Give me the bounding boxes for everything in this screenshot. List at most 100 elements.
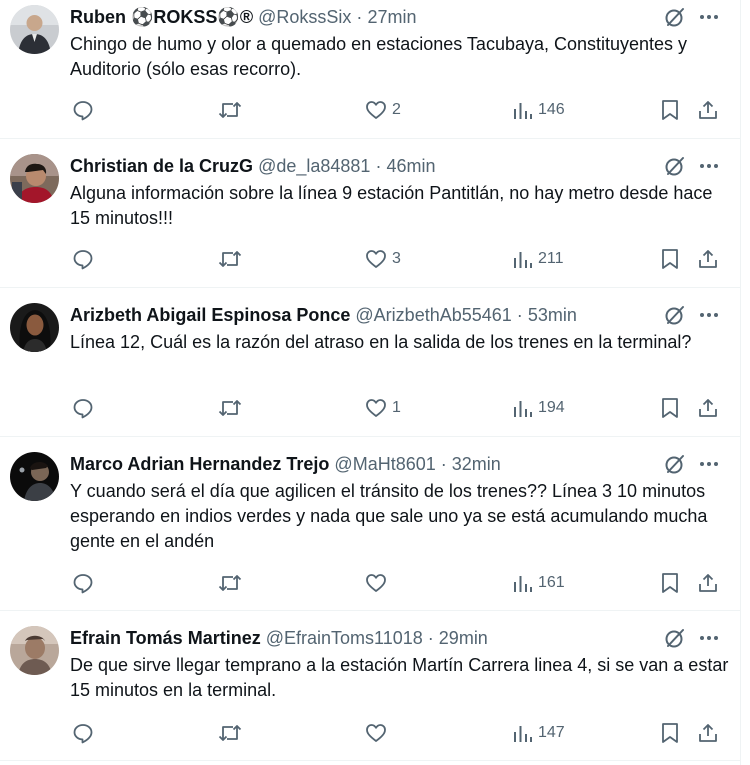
- separator-dot: ·: [375, 156, 382, 176]
- tweet-header: Efrain Tomás Martinez @EfrainToms11018 ·…: [70, 626, 488, 650]
- tweet-actions: 147: [70, 721, 730, 745]
- more-dots-icon[interactable]: [698, 304, 720, 326]
- views-button[interactable]: 146: [513, 98, 565, 122]
- like-button[interactable]: 2: [365, 98, 401, 122]
- more-dots-icon[interactable]: [698, 155, 720, 177]
- reply-button[interactable]: [72, 571, 99, 595]
- grok-icon[interactable]: [664, 453, 686, 475]
- tweet-text: Línea 12, Cuál es la razón del atraso en…: [70, 332, 692, 352]
- share-button[interactable]: [697, 98, 719, 122]
- more-dots-icon[interactable]: [698, 6, 720, 28]
- like-button[interactable]: 1: [365, 396, 401, 420]
- like-button[interactable]: [365, 571, 392, 595]
- avatar[interactable]: [10, 154, 59, 203]
- bookmark-button[interactable]: [660, 396, 680, 420]
- tweet-text: De que sirve llegar temprano a la estaci…: [70, 655, 729, 700]
- views-count: 161: [538, 574, 565, 591]
- timestamp[interactable]: 32min: [452, 454, 501, 474]
- tweet-actions: 2 146: [70, 98, 730, 122]
- user-handle[interactable]: @RokssSix: [258, 7, 351, 27]
- grok-icon[interactable]: [664, 6, 686, 28]
- reply-feed: Ruben ⚽ROKSS⚽® @RokssSix · 27min Chingo …: [0, 0, 741, 765]
- avatar[interactable]: [10, 5, 59, 54]
- tweet-efrain-tomas-martinez[interactable]: Efrain Tomás Martinez @EfrainToms11018 ·…: [0, 621, 740, 761]
- tweet-christian-de-la-cruzg[interactable]: Christian de la CruzG @de_la84881 · 46mi…: [0, 149, 740, 288]
- display-name[interactable]: Ruben ⚽ROKSS⚽®: [70, 7, 253, 27]
- retweet-button[interactable]: [218, 396, 247, 420]
- bookmark-icon: [662, 398, 678, 418]
- views-button[interactable]: 194: [513, 396, 565, 420]
- avatar[interactable]: [10, 626, 59, 675]
- share-icon: [699, 724, 717, 742]
- retweet-button[interactable]: [218, 571, 247, 595]
- retweet-button[interactable]: [218, 721, 247, 745]
- reply-icon: [73, 399, 93, 419]
- tweet-actions: 3 211: [70, 247, 730, 271]
- separator-dot: ·: [427, 628, 434, 648]
- display-name[interactable]: Marco Adrian Hernandez Trejo: [70, 454, 329, 474]
- grok-icon[interactable]: [664, 155, 686, 177]
- share-button[interactable]: [697, 721, 719, 745]
- avatar[interactable]: [10, 452, 59, 501]
- like-count: 1: [392, 399, 401, 416]
- views-count: 211: [538, 250, 564, 267]
- bookmark-button[interactable]: [660, 247, 680, 271]
- reply-icon: [73, 574, 93, 594]
- views-button[interactable]: 147: [513, 721, 565, 745]
- tweet-text: Y cuando será el día que agilicen el trá…: [70, 481, 708, 551]
- share-icon: [699, 250, 717, 268]
- views-button[interactable]: 161: [513, 571, 565, 595]
- bookmark-icon: [662, 573, 678, 593]
- reply-button[interactable]: [72, 98, 99, 122]
- more-dots-icon[interactable]: [698, 627, 720, 649]
- display-name[interactable]: Christian de la CruzG: [70, 156, 253, 176]
- grok-icon[interactable]: [664, 627, 686, 649]
- bookmark-button[interactable]: [660, 571, 680, 595]
- more-dots-icon[interactable]: [698, 453, 720, 475]
- bookmark-icon: [662, 100, 678, 120]
- user-handle[interactable]: @de_la84881: [258, 156, 370, 176]
- share-button[interactable]: [697, 571, 719, 595]
- display-name[interactable]: Efrain Tomás Martinez: [70, 628, 261, 648]
- share-icon: [699, 101, 717, 119]
- timestamp[interactable]: 53min: [528, 305, 577, 325]
- separator-dot: ·: [440, 454, 447, 474]
- tweet-ruben-rokss[interactable]: Ruben ⚽ROKSS⚽® @RokssSix · 27min Chingo …: [0, 0, 740, 139]
- views-count: 146: [538, 101, 565, 118]
- share-button[interactable]: [697, 247, 719, 271]
- share-button[interactable]: [697, 396, 719, 420]
- user-handle[interactable]: @ArizbethAb55461: [355, 305, 511, 325]
- tweet-header: Christian de la CruzG @de_la84881 · 46mi…: [70, 154, 436, 178]
- reply-icon: [73, 101, 93, 121]
- retweet-icon: [218, 575, 242, 591]
- like-button[interactable]: 3: [365, 247, 401, 271]
- views-count: 194: [538, 399, 565, 416]
- tweet-text: Alguna información sobre la línea 9 esta…: [70, 183, 713, 228]
- reply-button[interactable]: [72, 396, 99, 420]
- bookmark-button[interactable]: [660, 721, 680, 745]
- tweet-header: Arizbeth Abigail Espinosa Ponce @Arizbet…: [70, 303, 577, 327]
- reply-icon: [73, 250, 93, 270]
- views-button[interactable]: 211: [513, 247, 564, 271]
- bookmark-button[interactable]: [660, 98, 680, 122]
- display-name[interactable]: Arizbeth Abigail Espinosa Ponce: [70, 305, 350, 325]
- heart-icon: [366, 250, 386, 268]
- timestamp[interactable]: 46min: [386, 156, 435, 176]
- timestamp[interactable]: 27min: [367, 7, 416, 27]
- reply-button[interactable]: [72, 247, 99, 271]
- retweet-button[interactable]: [218, 247, 247, 271]
- tweet-arizbeth-espinosa[interactable]: Arizbeth Abigail Espinosa Ponce @Arizbet…: [0, 298, 740, 437]
- separator-dot: ·: [516, 305, 523, 325]
- retweet-button[interactable]: [218, 98, 247, 122]
- avatar[interactable]: [10, 303, 59, 352]
- separator-dot: ·: [356, 7, 363, 27]
- like-button[interactable]: [365, 721, 392, 745]
- grok-icon[interactable]: [664, 304, 686, 326]
- reply-button[interactable]: [72, 721, 99, 745]
- user-handle[interactable]: @EfrainToms11018: [266, 628, 423, 648]
- views-chart-icon: [514, 726, 532, 742]
- reply-icon: [73, 724, 93, 744]
- user-handle[interactable]: @MaHt8601: [334, 454, 435, 474]
- tweet-marco-hernandez[interactable]: Marco Adrian Hernandez Trejo @MaHt8601 ·…: [0, 447, 740, 611]
- timestamp[interactable]: 29min: [439, 628, 488, 648]
